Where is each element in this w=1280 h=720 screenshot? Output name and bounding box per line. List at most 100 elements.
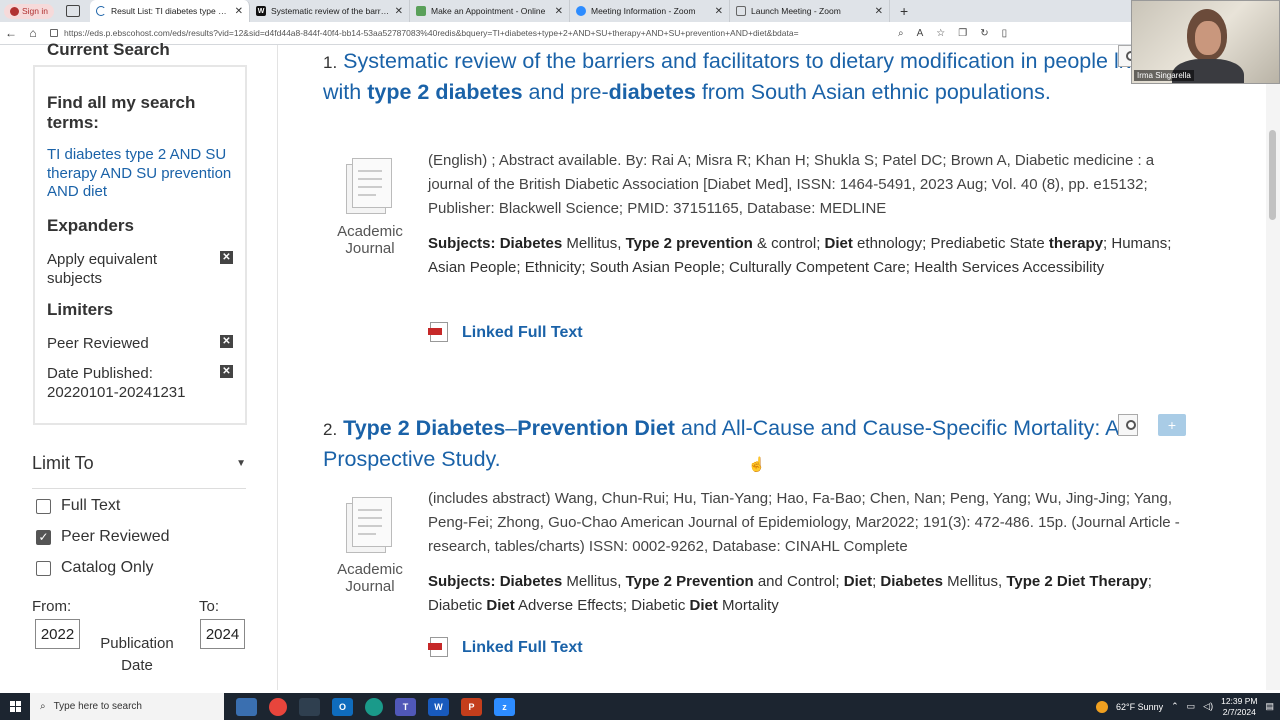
result-meta-1: (English) ; Abstract available. By: Rai … — [428, 152, 1155, 217]
tab-actions-icon[interactable] — [66, 5, 80, 17]
tab-title: Meeting Information - Zoom — [591, 6, 696, 16]
tab-title: Make an Appointment - Online — [431, 6, 546, 16]
windows-start-icon[interactable] — [0, 693, 30, 720]
favorite-star-icon[interactable]: ☆ — [936, 28, 945, 39]
highlighted-term: diabetes — [608, 79, 696, 104]
hand-cursor-icon: ☝ — [748, 456, 766, 472]
teams-icon[interactable]: T — [395, 697, 416, 716]
highlighted-term: Diet — [689, 597, 718, 614]
collections-icon[interactable]: ❐ — [958, 28, 967, 39]
url-text: https://eds.p.ebscohost.com/eds/results?… — [64, 28, 799, 38]
tab-result-list[interactable]: Result List: TI diabetes type 2 AN ✕ — [90, 0, 250, 22]
linked-full-text-1[interactable]: Linked Full Text — [428, 322, 583, 344]
to-label: To: — [199, 598, 220, 615]
edge-icon[interactable] — [365, 697, 383, 716]
close-tab-icon[interactable]: ✕ — [235, 6, 243, 17]
subjects-list[interactable]: Diabetes Mellitus, Type 2 prevention & c… — [428, 235, 1171, 276]
preview-magnifier-icon[interactable] — [1118, 414, 1142, 436]
chevron-down-icon[interactable]: ▼ — [236, 458, 246, 469]
close-tab-icon[interactable]: ✕ — [875, 6, 883, 17]
add-to-folder-icon[interactable]: + — [1158, 414, 1186, 436]
current-search-title: Current Search — [47, 40, 170, 59]
scrollbar-thumb[interactable] — [1269, 130, 1276, 220]
tab-systematic-review[interactable]: W Systematic review of the barriers ✕ — [250, 0, 410, 22]
checkbox-checked-icon[interactable]: ✓ — [36, 529, 51, 545]
linked-full-text-label[interactable]: Linked Full Text — [462, 639, 583, 657]
highlighted-term: Diet — [824, 235, 853, 252]
powerpoint-icon[interactable]: P — [461, 697, 482, 716]
close-tab-icon[interactable]: ✕ — [395, 6, 403, 17]
checkbox-icon[interactable] — [36, 498, 51, 514]
zoom-app-icon[interactable]: z — [494, 697, 515, 716]
word-icon[interactable]: W — [428, 697, 449, 716]
expanders-heading: Expanders — [47, 215, 134, 235]
linked-full-text-2[interactable]: Linked Full Text — [428, 637, 583, 659]
checkbox-label: Peer Reviewed — [61, 528, 170, 545]
lock-icon — [50, 29, 58, 37]
search-terms-link[interactable]: TI diabetes type 2 AND SU therapy AND SU… — [47, 146, 233, 202]
remove-limiter-icon[interactable]: ✕ — [220, 364, 233, 378]
result-title-text[interactable]: Type 2 Diabetes–Prevention Diet and All-… — [323, 416, 1118, 471]
limit-to-header[interactable]: Limit To ▼ — [32, 453, 246, 489]
webcam-overlay: Irma Singarella — [1131, 0, 1280, 84]
volume-icon[interactable]: ◁) — [1203, 701, 1213, 712]
checkbox-icon[interactable] — [36, 560, 51, 576]
highlighted-term: Diet — [843, 573, 873, 590]
chrome-icon[interactable] — [269, 697, 287, 716]
split-screen-icon[interactable]: ▯ — [1002, 28, 1008, 39]
text-segment: ethnology; Prediabetic State — [852, 235, 1049, 252]
tray-chevron-icon[interactable]: ⌃ — [1171, 701, 1179, 712]
close-tab-icon[interactable]: ✕ — [715, 6, 723, 17]
system-tray: 62°F Sunny ⌃ ▭ ◁) 12:39 PM 2/7/2024 ▤ — [1095, 696, 1280, 718]
back-arrow-icon[interactable]: ← — [0, 26, 22, 40]
profile-signin-button[interactable]: Sign in — [4, 3, 54, 19]
tab-launch-meeting[interactable]: Launch Meeting - Zoom ✕ — [730, 0, 890, 22]
taskbar-clock[interactable]: 12:39 PM 2/7/2024 — [1221, 696, 1257, 718]
text-segment: and pre- — [522, 79, 609, 104]
doc-type-label: Academic Journal — [337, 561, 403, 595]
text-segment: – — [505, 416, 518, 440]
text-segment: Mellitus, — [562, 235, 626, 252]
remove-expander-icon[interactable]: ✕ — [220, 250, 233, 264]
limiter-label: Peer Reviewed — [47, 334, 149, 352]
tab-appointment[interactable]: Make an Appointment - Online ✕ — [410, 0, 570, 22]
file-explorer-icon[interactable] — [236, 697, 257, 716]
home-icon[interactable]: ⌂ — [22, 26, 44, 40]
outlook-icon[interactable]: O — [332, 697, 353, 716]
close-tab-icon[interactable]: ✕ — [555, 6, 563, 17]
journal-document-icon — [338, 158, 394, 218]
limiters-heading: Limiters — [47, 299, 114, 319]
checkbox-catalog-only[interactable]: Catalog Only — [36, 559, 154, 577]
page-scrollbar[interactable] — [1266, 45, 1280, 690]
address-bar-row: ← ⌂ https://eds.p.ebscohost.com/eds/resu… — [0, 22, 1280, 45]
refresh-icon[interactable]: ↻ — [980, 28, 988, 39]
result-number: 2. — [323, 420, 338, 439]
text-segment: & control; — [752, 235, 825, 252]
text-segment: Mortality — [717, 597, 779, 614]
publication-date-label: Publication Date — [100, 635, 174, 674]
notification-icon[interactable]: ▤ — [1265, 701, 1274, 712]
windows-taskbar: ⌕ Type here to search O T W P z 62°F Sun… — [0, 693, 1280, 720]
tab-zoom-meeting-info[interactable]: Meeting Information - Zoom ✕ — [570, 0, 730, 22]
subjects-list[interactable]: Diabetes Mellitus, Type 2 Prevention and… — [428, 573, 1152, 614]
remove-limiter-icon[interactable]: ✕ — [220, 334, 233, 348]
network-icon[interactable]: ▭ — [1187, 701, 1196, 712]
loading-icon — [96, 6, 106, 16]
result-title-1[interactable]: 1. Systematic review of the barriers and… — [323, 47, 1203, 106]
taskbar-search-box[interactable]: ⌕ Type here to search — [30, 693, 224, 720]
snipping-tool-icon[interactable] — [299, 697, 320, 716]
limit-to-heading: Limit To — [32, 453, 94, 473]
search-sidebar: Current Search Find all my search terms:… — [0, 40, 278, 690]
linked-full-text-label[interactable]: Linked Full Text — [462, 324, 583, 342]
checkbox-full-text[interactable]: Full Text — [36, 497, 120, 515]
url-field[interactable]: https://eds.p.ebscohost.com/eds/results?… — [50, 25, 890, 42]
new-tab-icon[interactable]: + — [900, 3, 908, 19]
read-aloud-icon[interactable]: A — [917, 28, 924, 39]
highlighted-term: Type 2 prevention — [625, 235, 753, 252]
zoom-search-icon[interactable]: ⌕ — [898, 28, 904, 39]
to-year-input[interactable]: 2024 — [200, 619, 245, 649]
from-year-input[interactable]: 2022 — [35, 619, 80, 649]
checkbox-peer-reviewed[interactable]: ✓ Peer Reviewed — [36, 528, 170, 546]
result-title-text[interactable]: Systematic review of the barriers and fa… — [323, 49, 1163, 104]
weather-text[interactable]: 62°F Sunny — [1116, 702, 1163, 712]
